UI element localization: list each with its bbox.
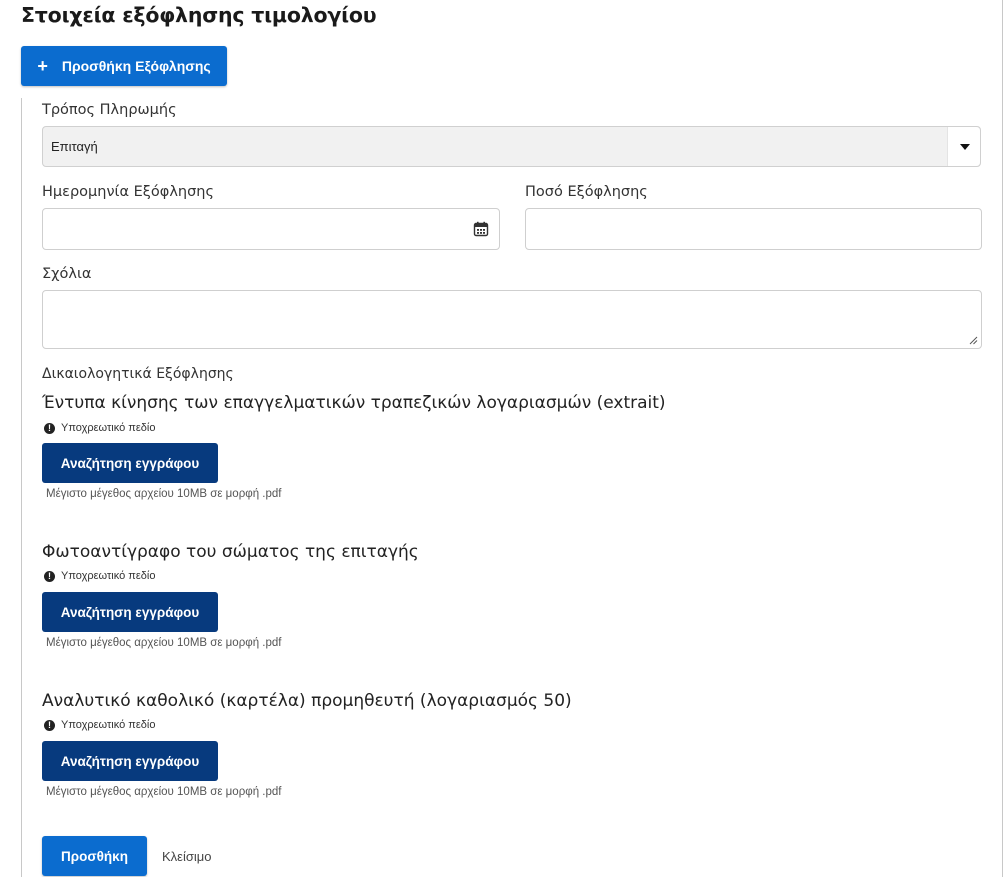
browse-document-button[interactable]: Αναζήτηση εγγράφου <box>42 741 218 781</box>
document-title: Έντυπα κίνησης των επαγγελματικών τραπεζ… <box>42 393 666 413</box>
submit-button[interactable]: Προσθήκη <box>42 836 147 876</box>
exclamation-icon: ! <box>44 422 55 434</box>
required-text: Υποχρεωτικό πεδίο <box>61 570 156 582</box>
document-title: Αναλυτικό καθολικό (καρτέλα) προμηθευτή … <box>42 691 572 711</box>
payment-section-border <box>21 98 22 877</box>
payment-method-label: Τρόπος Πληρωμής <box>42 102 177 118</box>
add-payment-button[interactable]: + Προσθήκη Εξόφλησης <box>21 46 227 86</box>
comments-label: Σχόλια <box>42 266 92 282</box>
exclamation-icon: ! <box>44 719 55 731</box>
required-note: ! Υποχρεωτικό πεδίο <box>44 570 155 582</box>
close-button[interactable]: Κλείσιμο <box>162 849 212 864</box>
payment-date-input[interactable] <box>42 208 500 250</box>
browse-document-button[interactable]: Αναζήτηση εγγράφου <box>42 443 218 483</box>
required-note: ! Υποχρεωτικό πεδίο <box>44 422 155 434</box>
payment-date-label: Ημερομηνία Εξόφλησης <box>42 184 214 200</box>
payment-method-value: Επιταγή <box>51 139 98 154</box>
documents-label: Δικαιολογητικά Εξόφλησης <box>42 366 234 382</box>
payment-method-select[interactable]: Επιταγή <box>42 126 981 167</box>
plus-icon: + <box>37 56 48 76</box>
required-note: ! Υποχρεωτικό πεδίο <box>44 719 155 731</box>
required-text: Υποχρεωτικό πεδίο <box>61 422 156 434</box>
page-border <box>1002 0 1003 877</box>
file-size-hint: Μέγιστο μέγεθος αρχείου 10MB σε μορφή .p… <box>46 786 282 798</box>
file-size-hint: Μέγιστο μέγεθος αρχείου 10MB σε μορφή .p… <box>46 488 282 500</box>
calendar-icon[interactable] <box>473 221 489 237</box>
dropdown-toggle[interactable] <box>947 127 980 166</box>
browse-document-button[interactable]: Αναζήτηση εγγράφου <box>42 592 218 632</box>
document-title: Φωτοαντίγραφο του σώματος της επιταγής <box>42 542 419 562</box>
file-size-hint: Μέγιστο μέγεθος αρχείου 10MB σε μορφή .p… <box>46 637 282 649</box>
add-payment-label: Προσθήκη Εξόφλησης <box>61 58 211 74</box>
payment-amount-label: Ποσό Εξόφλησης <box>525 184 648 200</box>
payment-amount-input[interactable] <box>525 208 982 250</box>
comments-textarea[interactable] <box>42 290 982 349</box>
page-title: Στοιχεία εξόφλησης τιμολογίου <box>21 3 377 27</box>
exclamation-icon: ! <box>44 570 55 582</box>
required-text: Υποχρεωτικό πεδίο <box>61 719 156 731</box>
chevron-down-icon <box>960 144 970 150</box>
resize-handle-icon[interactable] <box>968 335 978 345</box>
